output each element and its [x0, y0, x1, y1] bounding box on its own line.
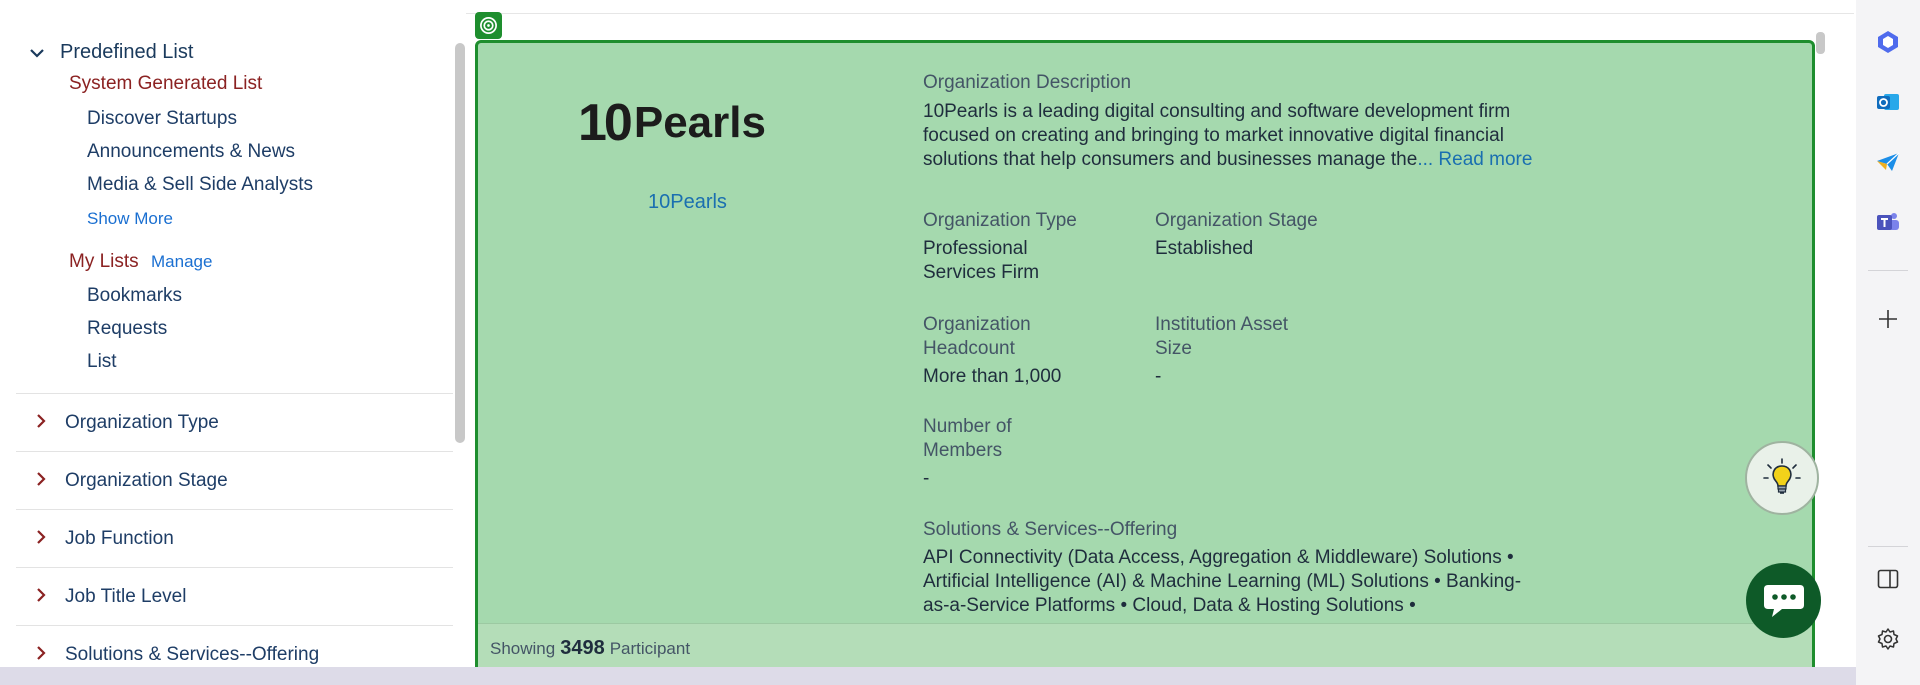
asset-size-label: Institution Asset Size	[1155, 314, 1289, 359]
chat-bubble-icon	[1763, 584, 1804, 617]
organization-stage-value: Established	[1155, 238, 1254, 259]
panel-scrollbar[interactable]	[455, 43, 465, 443]
chevron-right-icon	[36, 587, 58, 607]
filter-panel: Predefined List System Generated List Di…	[8, 13, 465, 665]
chevron-right-icon	[36, 413, 58, 433]
top-divider	[466, 13, 1854, 14]
accordion-job-title-level[interactable]: Job Title Level	[16, 567, 453, 625]
outlook-icon[interactable]	[1874, 88, 1902, 116]
showing-label: Showing	[490, 638, 556, 658]
my-lists-label: My Lists	[69, 251, 139, 272]
results-footer: Showing 3498 Participant	[478, 623, 1812, 673]
organization-card[interactable]: 10 Pearls 10Pearls Organization Descript…	[475, 40, 1815, 685]
accordion-label: Organization Type	[65, 411, 219, 433]
rail-divider	[1868, 270, 1908, 271]
predefined-list-header[interactable]: Predefined List	[30, 41, 193, 64]
logo-mark: 10	[578, 94, 633, 152]
copilot-icon[interactable]	[1874, 28, 1902, 56]
solutions-value: API Connectivity (Data Access, Aggregati…	[923, 547, 1522, 616]
chat-button[interactable]	[1746, 563, 1821, 638]
organization-name-link[interactable]: 10Pearls	[648, 191, 727, 214]
members-label: Number of Members	[923, 416, 1012, 461]
accordion-solutions-services[interactable]: Solutions & Services--Offering	[16, 625, 453, 665]
chevron-right-icon	[36, 529, 58, 549]
add-icon[interactable]	[1874, 305, 1902, 333]
accordion-label: Job Function	[65, 527, 174, 549]
organization-description: 10Pearls is a leading digital consulting…	[923, 100, 1553, 172]
list-item-requests[interactable]: Requests	[87, 318, 167, 340]
members-value: -	[923, 468, 930, 489]
accordion-label: Organization Stage	[65, 469, 228, 491]
chevron-down-icon	[30, 42, 44, 63]
sidebar-icon[interactable]	[1874, 565, 1902, 593]
solutions-label: Solutions & Services--Offering	[923, 519, 1178, 540]
organization-logo: 10 Pearls	[578, 88, 788, 158]
content-scrollbar[interactable]	[1816, 32, 1825, 54]
participant-count: 3498	[560, 637, 605, 659]
show-more-link[interactable]: Show More	[87, 209, 173, 229]
insights-button[interactable]	[1745, 441, 1819, 515]
description-label: Organization Description	[923, 72, 1132, 93]
target-icon[interactable]	[475, 12, 502, 39]
lightbulb-icon	[1763, 458, 1801, 494]
logo-text: Pearls	[633, 98, 766, 147]
accordion-label: Job Title Level	[65, 585, 187, 607]
list-item-discover-startups[interactable]: Discover Startups	[87, 108, 237, 130]
asset-size-value: -	[1155, 366, 1162, 387]
organization-stage-label: Organization Stage	[1155, 210, 1318, 231]
chevron-right-icon	[36, 645, 58, 665]
system-generated-list-label: System Generated List	[69, 73, 263, 94]
organization-type-label: Organization Type	[923, 210, 1077, 231]
rail-divider	[1868, 546, 1908, 547]
accordion-organization-type[interactable]: Organization Type	[16, 393, 453, 451]
manage-link[interactable]: Manage	[151, 252, 212, 272]
list-item-announcements[interactable]: Announcements & News	[87, 141, 295, 163]
headcount-value: More than 1,000	[923, 366, 1062, 387]
taskbar-strip	[0, 667, 1856, 685]
accordion-label: Solutions & Services--Offering	[65, 643, 320, 665]
participant-unit: Participant	[609, 638, 691, 658]
list-item-list[interactable]: List	[87, 351, 117, 373]
chevron-right-icon	[36, 471, 58, 491]
predefined-list-title: Predefined List	[60, 41, 194, 63]
app-rail	[1856, 0, 1920, 685]
headcount-label: Organization Headcount	[923, 314, 1031, 359]
organization-type-value: Professional Services Firm	[923, 238, 1040, 283]
list-item-bookmarks[interactable]: Bookmarks	[87, 285, 182, 307]
settings-icon[interactable]	[1874, 625, 1902, 653]
list-item-media-analysts[interactable]: Media & Sell Side Analysts	[87, 174, 313, 196]
teams-icon[interactable]	[1874, 208, 1902, 236]
accordion-job-function[interactable]: Job Function	[16, 509, 453, 567]
read-more-link[interactable]: ... Read more	[1417, 149, 1532, 170]
accordion-organization-stage[interactable]: Organization Stage	[16, 451, 453, 509]
send-icon[interactable]	[1874, 148, 1902, 176]
